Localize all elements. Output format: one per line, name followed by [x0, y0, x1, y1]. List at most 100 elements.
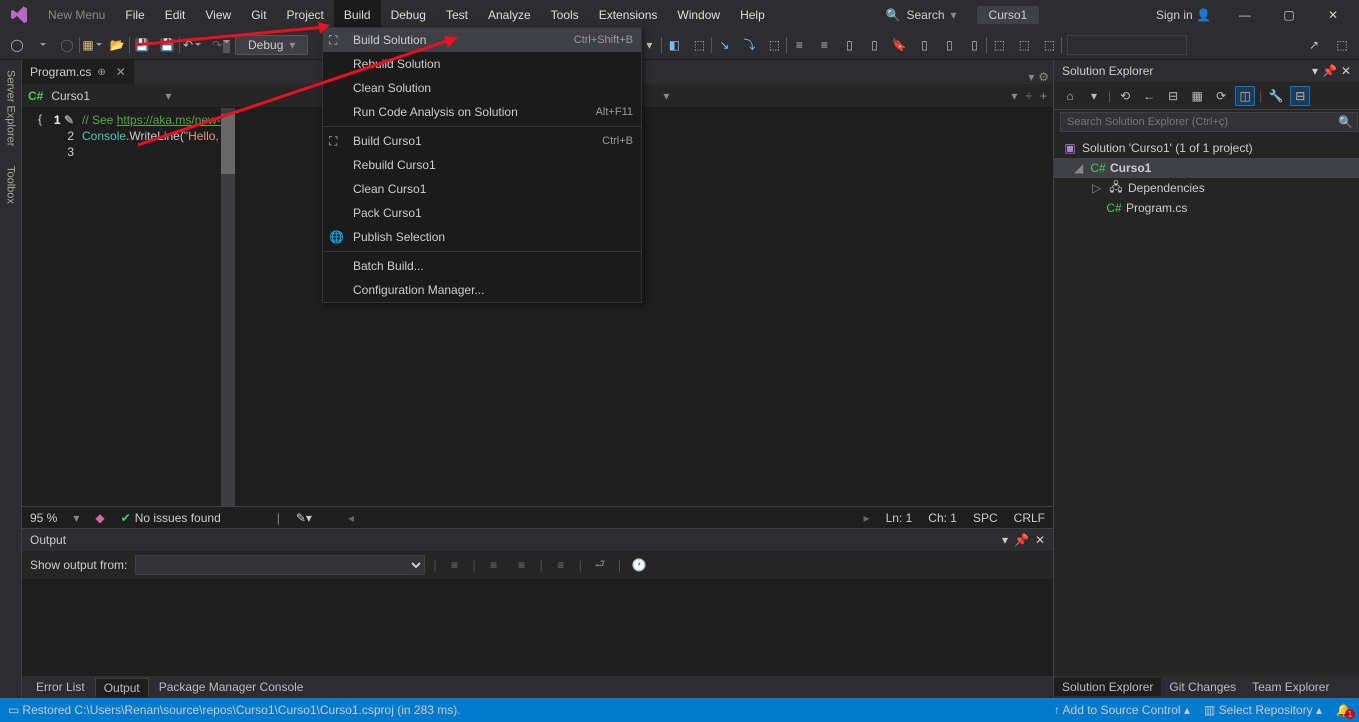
comment-icon[interactable]: ▯	[838, 34, 860, 56]
menuitem-publish-selection[interactable]: 🌐Publish Selection	[323, 225, 641, 249]
menu-project[interactable]: Project	[277, 0, 334, 30]
uncomment-icon[interactable]: ▯	[863, 34, 885, 56]
file-tab-program[interactable]: Program.cs ⊕ ✕	[22, 60, 134, 84]
save-all-icon[interactable]: 💾	[156, 34, 178, 56]
pin-icon[interactable]: 📌	[1322, 64, 1337, 78]
close-icon[interactable]: ✕	[1341, 64, 1351, 78]
step-out-icon[interactable]: ⬚	[763, 34, 785, 56]
tab-git-changes[interactable]: Git Changes	[1161, 678, 1244, 696]
config-dropdown[interactable]: Debug ▾	[235, 35, 308, 55]
out-c[interactable]: ≡	[512, 555, 532, 575]
refresh-icon[interactable]: ⟳	[1211, 86, 1231, 106]
tab-pmc[interactable]: Package Manager Console	[151, 678, 312, 696]
tb-h[interactable]: ▯	[913, 34, 935, 56]
menu-tools[interactable]: Tools	[541, 0, 589, 30]
sign-in[interactable]: Sign in 👤	[1146, 0, 1221, 30]
maximize-button[interactable]: ▢	[1269, 0, 1309, 30]
menu-git[interactable]: Git	[241, 0, 276, 30]
menuitem-build-curso1[interactable]: ⛶Build Curso1Ctrl+B	[323, 129, 641, 153]
select-repository[interactable]: ▥ Select Repository ▴	[1204, 703, 1322, 717]
tb-j[interactable]: ▯	[963, 34, 985, 56]
menu-window[interactable]: Window	[667, 0, 730, 30]
tb-i[interactable]: ▯	[938, 34, 960, 56]
menu-edit[interactable]: Edit	[155, 0, 196, 30]
show-all-icon[interactable]: ▦	[1187, 86, 1207, 106]
new-menu[interactable]: New Menu	[38, 0, 115, 30]
home-icon[interactable]: ⌂	[1060, 86, 1080, 106]
sync-icon[interactable]: ⟲	[1115, 86, 1135, 106]
menu-view[interactable]: View	[195, 0, 241, 30]
menu-extensions[interactable]: Extensions	[589, 0, 668, 30]
indent-more-icon[interactable]: ≡	[813, 34, 835, 56]
new-project-icon[interactable]: ▦	[81, 34, 103, 56]
menu-help[interactable]: Help	[730, 0, 775, 30]
step-over-icon[interactable]: ⤵	[738, 34, 760, 56]
nav-scope[interactable]: Curso1	[51, 89, 171, 103]
pin-icon[interactable]: ⊕	[97, 67, 105, 78]
server-explorer-tab[interactable]: Server Explorer	[5, 66, 17, 150]
liveshare-icon[interactable]: ⬚	[1331, 34, 1353, 56]
minimize-button[interactable]: —	[1225, 0, 1265, 30]
undo-icon[interactable]: ↶	[181, 34, 203, 56]
menuitem-clean-solution[interactable]: Clean Solution	[323, 76, 641, 100]
menu-debug[interactable]: Debug	[381, 0, 436, 30]
preview-icon[interactable]: ◫	[1235, 86, 1255, 106]
dependencies-node[interactable]: ▷ 🖧 Dependencies	[1054, 178, 1359, 198]
redo-icon[interactable]: ↷	[206, 34, 228, 56]
solution-tree[interactable]: ▣ Solution 'Curso1' (1 of 1 project) ◢ C…	[1054, 134, 1359, 222]
share-icon[interactable]: ↗	[1303, 34, 1325, 56]
menuitem-clean-curso1[interactable]: Clean Curso1	[323, 177, 641, 201]
project-node[interactable]: ◢ C# Curso1	[1054, 158, 1359, 178]
close-icon[interactable]: ✕	[1035, 533, 1045, 547]
startup-project[interactable]: Curso1	[977, 6, 1040, 24]
tab-error-list[interactable]: Error List	[28, 678, 93, 696]
open-icon[interactable]: 📂	[106, 34, 128, 56]
menu-analyze[interactable]: Analyze	[478, 0, 541, 30]
nav-fwd-icon[interactable]: ◯	[56, 34, 78, 56]
menuitem-run-code-analysis-on-solution[interactable]: Run Code Analysis on SolutionAlt+F11	[323, 100, 641, 124]
out-wrap-icon[interactable]: ⮐	[590, 555, 610, 575]
tb-b[interactable]: ◧	[663, 34, 685, 56]
add-source-control[interactable]: ↑ Add to Source Control ▴	[1054, 703, 1190, 717]
solution-search-input[interactable]	[1060, 112, 1358, 132]
back-icon[interactable]: ←	[1139, 86, 1159, 106]
switch-view-icon[interactable]: ▾	[1084, 86, 1104, 106]
menuitem-batch-build-[interactable]: Batch Build...	[323, 254, 641, 278]
menuitem-rebuild-solution[interactable]: Rebuild Solution	[323, 52, 641, 76]
file-node-program[interactable]: C# Program.cs	[1054, 198, 1359, 218]
menu-file[interactable]: File	[115, 0, 154, 30]
tab-solution-explorer[interactable]: Solution Explorer	[1054, 678, 1161, 696]
bookmark-icon[interactable]: 🔖	[888, 34, 910, 56]
zoom-level[interactable]: 95 %	[30, 511, 57, 525]
tab-output[interactable]: Output	[95, 678, 149, 697]
collapse-icon[interactable]: ⊟	[1163, 86, 1183, 106]
menuitem-build-solution[interactable]: ⛶Build SolutionCtrl+Shift+B	[323, 28, 641, 52]
close-tab-icon[interactable]: ✕	[116, 65, 126, 79]
output-body[interactable]	[22, 579, 1053, 676]
preview-selected-icon[interactable]: ⊟	[1290, 86, 1310, 106]
tab-dropdown-icon[interactable]: ▾	[1028, 70, 1034, 84]
tb-l[interactable]: ⬚	[1013, 34, 1035, 56]
indent-less-icon[interactable]: ≡	[788, 34, 810, 56]
menuitem-rebuild-curso1[interactable]: Rebuild Curso1	[323, 153, 641, 177]
out-b[interactable]: ≡	[484, 555, 504, 575]
out-d[interactable]: ≡	[551, 555, 571, 575]
nav-back-drop[interactable]	[31, 34, 53, 56]
find-box[interactable]	[1067, 35, 1187, 55]
search-box[interactable]: 🔍 Search ▾	[878, 4, 965, 26]
toolbox-tab[interactable]: Toolbox	[5, 162, 17, 208]
menuitem-configuration-manager-[interactable]: Configuration Manager...	[323, 278, 641, 302]
close-button[interactable]: ✕	[1313, 0, 1353, 30]
out-clock-icon[interactable]: 🕐	[629, 555, 649, 575]
properties-icon[interactable]: 🔧	[1266, 86, 1286, 106]
editor-scrollbar[interactable]	[221, 108, 235, 506]
notifications-icon[interactable]: 🔔1	[1336, 703, 1351, 717]
nav-member[interactable]	[677, 89, 1017, 103]
tb-c[interactable]: ⬚	[688, 34, 710, 56]
split-icon[interactable]: +	[1040, 89, 1047, 103]
menuitem-pack-curso1[interactable]: Pack Curso1	[323, 201, 641, 225]
output-source-select[interactable]	[135, 555, 425, 575]
tb-m[interactable]: ⬚	[1038, 34, 1060, 56]
tab-team-explorer[interactable]: Team Explorer	[1244, 678, 1337, 696]
tb-k[interactable]: ⬚	[988, 34, 1010, 56]
